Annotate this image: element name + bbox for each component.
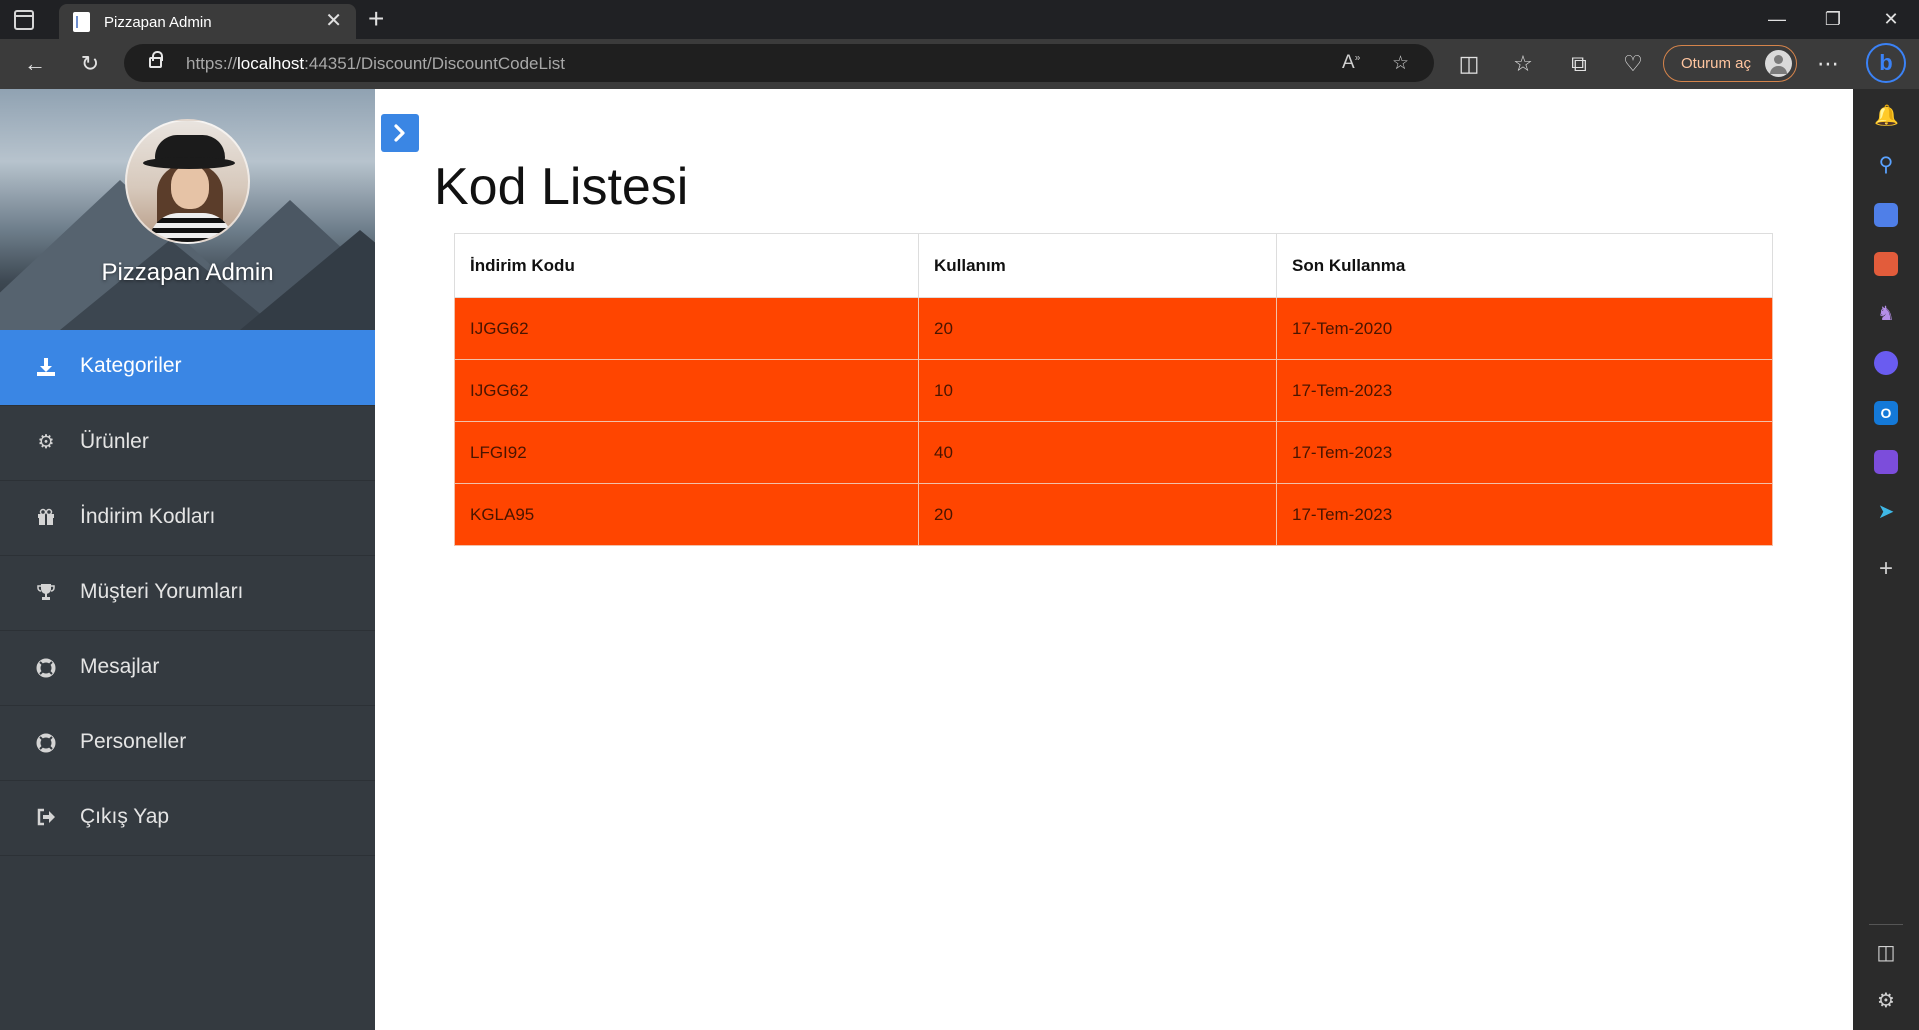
sidebar-item-label: İndirim Kodları bbox=[80, 505, 216, 528]
tab-actions-icon[interactable] bbox=[14, 10, 34, 30]
sidebar-item-personeller[interactable]: Personeller bbox=[0, 706, 375, 781]
sign-out-icon bbox=[36, 808, 56, 828]
chevron-right-icon bbox=[394, 124, 405, 142]
sidebar-menu: Kategoriler ⚙ Ürünler İndirim Kodları Mü… bbox=[0, 330, 375, 856]
expiry-cell: 17-Tem-2023 bbox=[1276, 359, 1773, 422]
sidebar-item-mesajlar[interactable]: Mesajlar bbox=[0, 631, 375, 706]
edge-sidebar: 🔔 ⚲ ♞ O ➤ + ◫ ⚙ bbox=[1853, 89, 1919, 1030]
back-icon[interactable]: ← bbox=[20, 49, 50, 79]
column-header: Son Kullanma bbox=[1276, 233, 1773, 298]
sidebar-item-label: Personeller bbox=[80, 730, 187, 753]
games-icon[interactable]: ♞ bbox=[1874, 302, 1898, 326]
minimize-icon[interactable]: — bbox=[1762, 6, 1792, 32]
drop-icon[interactable]: ➤ bbox=[1874, 500, 1898, 524]
column-header: İndirim Kodu bbox=[454, 233, 919, 298]
sidebar-item-label: Çıkış Yap bbox=[80, 805, 170, 828]
discount-code-table: İndirim Kodu Kullanım Son Kullanma IJGG6… bbox=[454, 233, 1773, 546]
window-close-icon[interactable]: ✕ bbox=[1876, 6, 1906, 32]
outlook-icon[interactable]: O bbox=[1874, 401, 1898, 425]
browser-toolbar: ← ↻ https://localhost:44351/Discount/Dis… bbox=[0, 39, 1919, 89]
hide-sidebar-icon[interactable]: ◫ bbox=[1874, 941, 1898, 965]
favorite-star-icon[interactable]: ☆ bbox=[1392, 52, 1409, 75]
browser-essentials-icon[interactable]: ♡ bbox=[1618, 49, 1648, 79]
usage-cell: 20 bbox=[918, 297, 1277, 360]
bell-icon[interactable]: 🔔 bbox=[1874, 104, 1899, 128]
page: Pizzapan Admin Kategoriler ⚙ Ürünler İnd… bbox=[0, 89, 1853, 1030]
sidebar-divider bbox=[1869, 924, 1903, 925]
designer-icon[interactable] bbox=[1874, 450, 1898, 474]
table-row: IJGG62 10 17-Tem-2023 bbox=[454, 359, 1773, 422]
code-cell: LFGI92 bbox=[454, 421, 919, 484]
code-cell: IJGG62 bbox=[454, 359, 919, 422]
search-icon[interactable]: ⚲ bbox=[1874, 153, 1898, 177]
table-row: IJGG62 20 17-Tem-2020 bbox=[454, 297, 1773, 360]
read-aloud-icon[interactable]: A» bbox=[1342, 52, 1360, 74]
gift-icon bbox=[36, 508, 56, 528]
sidebar-item-label: Ürünler bbox=[80, 430, 149, 453]
bing-copilot-icon[interactable]: b bbox=[1866, 43, 1906, 83]
shopping-tag-icon[interactable] bbox=[1874, 203, 1898, 227]
restore-icon[interactable]: ❐ bbox=[1818, 6, 1848, 32]
url-text[interactable]: https://localhost:44351/Discount/Discoun… bbox=[186, 54, 565, 74]
gear-icon: ⚙ bbox=[37, 432, 55, 453]
favorites-icon[interactable]: ☆ bbox=[1508, 49, 1538, 79]
sidebar-item-label: Müşteri Yorumları bbox=[80, 580, 244, 603]
split-screen-icon[interactable]: ◫ bbox=[1454, 49, 1484, 79]
trophy-icon bbox=[36, 583, 56, 603]
admin-sidebar: Pizzapan Admin Kategoriler ⚙ Ürünler İnd… bbox=[0, 89, 375, 1030]
code-cell: IJGG62 bbox=[454, 297, 919, 360]
more-menu-icon[interactable]: ⋯ bbox=[1813, 49, 1843, 79]
tab-title: Pizzapan Admin bbox=[104, 14, 212, 31]
sidebar-title: Pizzapan Admin bbox=[101, 259, 274, 286]
new-tab-button[interactable]: + bbox=[368, 3, 384, 35]
usage-cell: 20 bbox=[918, 483, 1277, 546]
usage-cell: 10 bbox=[918, 359, 1277, 422]
sidebar-item-kategoriler[interactable]: Kategoriler bbox=[0, 330, 375, 406]
sidebar-item-musteri-yorumlari[interactable]: Müşteri Yorumları bbox=[0, 556, 375, 631]
browser-tab-bar: Pizzapan Admin ✕ + — ❐ ✕ bbox=[0, 0, 1919, 39]
table-row: KGLA95 20 17-Tem-2023 bbox=[454, 483, 1773, 546]
close-tab-icon[interactable]: ✕ bbox=[325, 10, 342, 32]
expiry-cell: 17-Tem-2023 bbox=[1276, 483, 1773, 546]
sidebar-item-label: Mesajlar bbox=[80, 655, 160, 678]
sidebar-item-cikis-yap[interactable]: Çıkış Yap bbox=[0, 781, 375, 856]
admin-avatar bbox=[125, 119, 250, 244]
sidebar-header: Pizzapan Admin bbox=[0, 89, 375, 330]
browser-tab[interactable]: Pizzapan Admin ✕ bbox=[59, 4, 356, 39]
usage-cell: 40 bbox=[918, 421, 1277, 484]
lifebuoy-icon bbox=[36, 733, 56, 753]
page-favicon-icon bbox=[73, 12, 90, 32]
sidebar-item-urunler[interactable]: ⚙ Ürünler bbox=[0, 406, 375, 481]
profile-avatar-icon bbox=[1765, 50, 1792, 77]
address-bar[interactable]: https://localhost:44351/Discount/Discoun… bbox=[124, 44, 1434, 82]
signin-button[interactable]: Oturum aç bbox=[1663, 45, 1797, 82]
page-title: Kod Listesi bbox=[434, 158, 689, 216]
settings-icon[interactable]: ⚙ bbox=[1874, 989, 1898, 1013]
add-icon[interactable]: + bbox=[1874, 557, 1898, 581]
expiry-cell: 17-Tem-2023 bbox=[1276, 421, 1773, 484]
sidebar-item-label: Kategoriler bbox=[80, 354, 182, 377]
download-icon bbox=[36, 357, 56, 377]
table-row: LFGI92 40 17-Tem-2023 bbox=[454, 421, 1773, 484]
collections-icon[interactable]: ⧉ bbox=[1564, 49, 1594, 79]
refresh-icon[interactable]: ↻ bbox=[75, 49, 105, 79]
lifebuoy-icon bbox=[36, 658, 56, 678]
signin-label: Oturum aç bbox=[1681, 55, 1752, 72]
sidebar-item-indirim-kodlari[interactable]: İndirim Kodları bbox=[0, 481, 375, 556]
column-header: Kullanım bbox=[918, 233, 1277, 298]
sidebar-toggle-button[interactable] bbox=[381, 114, 419, 152]
copilot-icon[interactable] bbox=[1874, 351, 1898, 375]
table-header-row: İndirim Kodu Kullanım Son Kullanma bbox=[454, 233, 1773, 298]
code-cell: KGLA95 bbox=[454, 483, 919, 546]
tools-icon[interactable] bbox=[1874, 252, 1898, 276]
expiry-cell: 17-Tem-2020 bbox=[1276, 297, 1773, 360]
lock-icon[interactable] bbox=[149, 51, 163, 68]
